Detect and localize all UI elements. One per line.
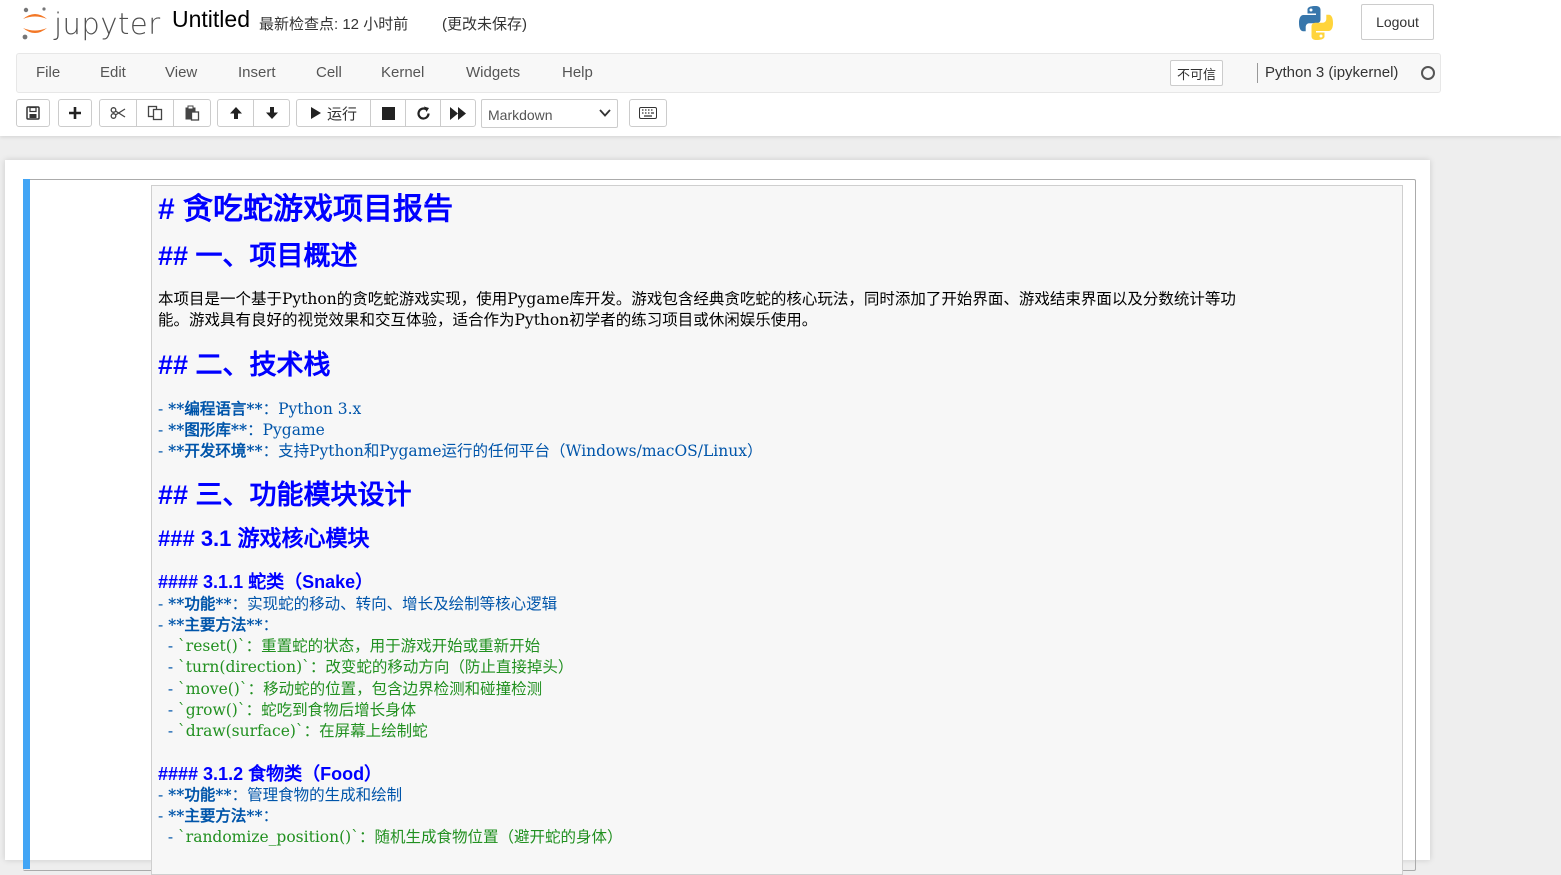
- notebook-header: jupyter Untitled 最新检查点: 12 小时前 (更改未保存) L…: [0, 0, 1561, 136]
- python-logo-icon: [1299, 6, 1333, 40]
- editor-line-snake-m1: - `reset()`：重置蛇的状态，用于游戏开始或重新开始: [167, 637, 541, 655]
- jupyter-logo[interactable]: jupyter: [20, 5, 160, 41]
- save-button[interactable]: [16, 99, 50, 127]
- editor-line-tech1: - **编程语言**：Python 3.x: [158, 399, 362, 418]
- restart-kernel-button[interactable]: [405, 99, 441, 127]
- editor-line-h3-core: ### 3.1 游戏核心模块: [158, 526, 370, 551]
- menu-cell[interactable]: Cell: [316, 64, 342, 81]
- menu-widgets[interactable]: Widgets: [466, 64, 520, 81]
- editor-line-para2: 能。游戏具有良好的视觉效果和交互体验，适合作为Python初学者的练习项目或休闲…: [158, 311, 818, 329]
- copy-button[interactable]: [136, 99, 174, 127]
- restart-icon: [416, 106, 430, 120]
- editor-line-h4-snake: #### 3.1.1 蛇类（Snake）: [158, 572, 374, 592]
- paste-icon: [185, 105, 200, 121]
- command-palette-button[interactable]: [629, 99, 667, 127]
- interrupt-kernel-button[interactable]: [370, 99, 406, 127]
- cell-type-value: Markdown: [488, 107, 553, 123]
- cut-button[interactable]: [99, 99, 137, 127]
- kernel-idle-icon: [1421, 66, 1435, 80]
- checkpoint-status: 最新检查点: 12 小时前: [259, 16, 409, 33]
- editor-line-h2-overview: ## 一、项目概述: [158, 241, 358, 271]
- editor-line-tech3: - **开发环境**：支持Python和Pygame运行的任何平台（Window…: [158, 441, 763, 460]
- editor-line-snake-m5: - `draw(surface)`：在屏幕上绘制蛇: [167, 722, 428, 740]
- move-up-button[interactable]: [217, 99, 254, 127]
- editor-line-h2-tech: ## 二、技术栈: [158, 350, 331, 380]
- notebook-title[interactable]: Untitled: [172, 6, 250, 33]
- arrow-up-icon: [229, 107, 242, 119]
- editor-line-snake-m3: - `move()`：移动蛇的位置，包含边界检测和碰撞检测: [167, 680, 543, 698]
- editor-line-food-m1: - `randomize_position()`：随机生成食物位置（避开蛇的身体…: [167, 828, 623, 846]
- editor-line-snake-m4: - `grow()`：蛇吃到食物后增长身体: [167, 701, 417, 719]
- save-icon: [26, 106, 40, 120]
- logout-button[interactable]: Logout: [1361, 4, 1434, 40]
- move-down-button[interactable]: [253, 99, 290, 127]
- editor-line-food-methods: - **主要方法**：: [158, 806, 279, 825]
- menubar: File Edit View Insert Cell Kernel Widget…: [16, 53, 1441, 93]
- run-button[interactable]: 运行: [296, 99, 371, 127]
- kernel-name[interactable]: Python 3 (ipykernel): [1265, 64, 1398, 81]
- chevron-down-icon: [599, 109, 611, 117]
- jupyter-logo-icon: [22, 7, 47, 40]
- markdown-editor[interactable]: # 贪吃蛇游戏项目报告 ## 一、项目概述 本项目是一个基于Python的贪吃蛇…: [151, 185, 1403, 875]
- menu-kernel[interactable]: Kernel: [381, 64, 424, 81]
- editor-line-tech2: - **图形库**：Pygame: [158, 420, 325, 439]
- jupyter-wordmark: jupyter: [54, 7, 161, 41]
- cell-type-select[interactable]: Markdown: [481, 99, 618, 128]
- fast-forward-icon: [450, 106, 466, 120]
- run-label: 运行: [326, 105, 357, 123]
- menu-file[interactable]: File: [36, 64, 60, 81]
- menu-view[interactable]: View: [165, 64, 197, 81]
- editor-line-food-func: - **功能**：管理食物的生成和绘制: [158, 785, 403, 804]
- restart-run-all-button[interactable]: [440, 99, 476, 127]
- arrow-down-icon: [265, 107, 278, 119]
- stop-icon: [381, 106, 395, 120]
- keyboard-icon: [639, 107, 657, 119]
- menu-help[interactable]: Help: [562, 64, 593, 81]
- editor-line-h2-design: ## 三、功能模块设计: [158, 480, 412, 510]
- menu-insert[interactable]: Insert: [238, 64, 276, 81]
- editor-line-snake-methods: - **主要方法**：: [158, 615, 279, 634]
- play-icon: [310, 107, 321, 119]
- autosave-status: (更改未保存): [442, 16, 527, 33]
- scissors-icon: [110, 107, 126, 119]
- editor-line-para1: 本项目是一个基于Python的贪吃蛇游戏实现，使用Pygame库开发。游戏包含经…: [158, 290, 1236, 308]
- editor-line-snake-m2: - `turn(direction)`：改变蛇的移动方向（防止直接掉头）: [167, 658, 574, 676]
- trust-notebook-button[interactable]: 不可信: [1170, 60, 1224, 86]
- kernel-separator: [1257, 63, 1258, 83]
- editor-line-snake-func: - **功能**：实现蛇的移动、转向、增长及绘制等核心逻辑: [158, 594, 558, 613]
- insert-cell-button[interactable]: [58, 99, 92, 127]
- cell-selection-indicator: [23, 179, 30, 869]
- notebook-container: # 贪吃蛇游戏项目报告 ## 一、项目概述 本项目是一个基于Python的贪吃蛇…: [5, 160, 1430, 875]
- plus-icon: [69, 107, 81, 119]
- editor-line-h1: # 贪吃蛇游戏项目报告: [158, 193, 454, 226]
- menu-edit[interactable]: Edit: [100, 64, 126, 81]
- copy-icon: [147, 105, 163, 121]
- paste-button[interactable]: [173, 99, 211, 127]
